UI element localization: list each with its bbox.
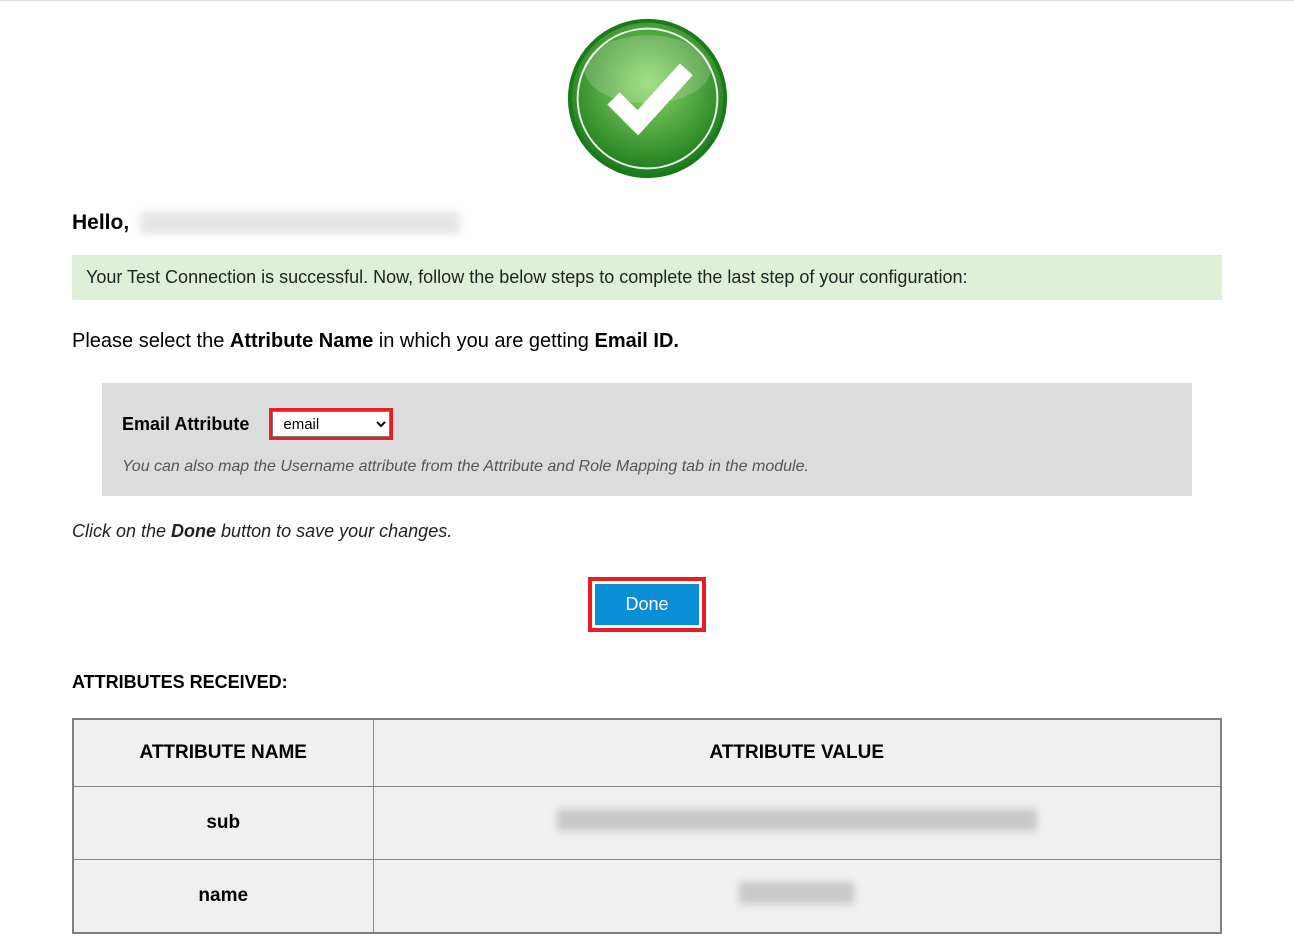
attribute-value-redacted [557, 809, 1037, 831]
attribute-value-cell [373, 860, 1221, 934]
checkmark-icon [565, 16, 730, 181]
header-attribute-value: ATTRIBUTE VALUE [373, 719, 1221, 787]
table-row: sub [73, 787, 1221, 860]
success-banner: Your Test Connection is successful. Now,… [72, 255, 1222, 300]
attributes-received-heading: ATTRIBUTES RECEIVED: [72, 672, 1222, 693]
mapping-hint: You can also map the Username attribute … [122, 458, 1172, 476]
attribute-value-cell [373, 787, 1221, 860]
success-message: Your Test Connection is successful. Now,… [86, 267, 967, 287]
done-button-container: Done [72, 577, 1222, 632]
attributes-table: ATTRIBUTE NAME ATTRIBUTE VALUE sub name [72, 718, 1222, 934]
greeting-hello: Hello, [72, 211, 129, 234]
success-checkmark-container [72, 11, 1222, 211]
done-button[interactable]: Done [595, 584, 698, 625]
table-header-row: ATTRIBUTE NAME ATTRIBUTE VALUE [73, 719, 1221, 787]
email-attribute-select[interactable]: email [272, 411, 390, 437]
save-instruction: Click on the Done button to save your ch… [72, 521, 1222, 542]
email-attribute-row: Email Attribute email [122, 408, 1172, 440]
select-instruction: Please select the Attribute Name in whic… [72, 330, 1222, 353]
greeting-text: Hello, [72, 211, 1222, 235]
select-highlight-border: email [269, 408, 393, 440]
done-button-highlight-border: Done [588, 577, 705, 632]
greeting-username-redacted [140, 212, 460, 234]
header-attribute-name: ATTRIBUTE NAME [73, 719, 373, 787]
attribute-value-redacted [739, 882, 854, 904]
table-row: name [73, 860, 1221, 934]
email-attribute-panel: Email Attribute email You can also map t… [102, 383, 1192, 496]
attribute-name-cell: sub [73, 787, 373, 860]
email-attribute-label: Email Attribute [122, 414, 249, 435]
attribute-name-cell: name [73, 860, 373, 934]
